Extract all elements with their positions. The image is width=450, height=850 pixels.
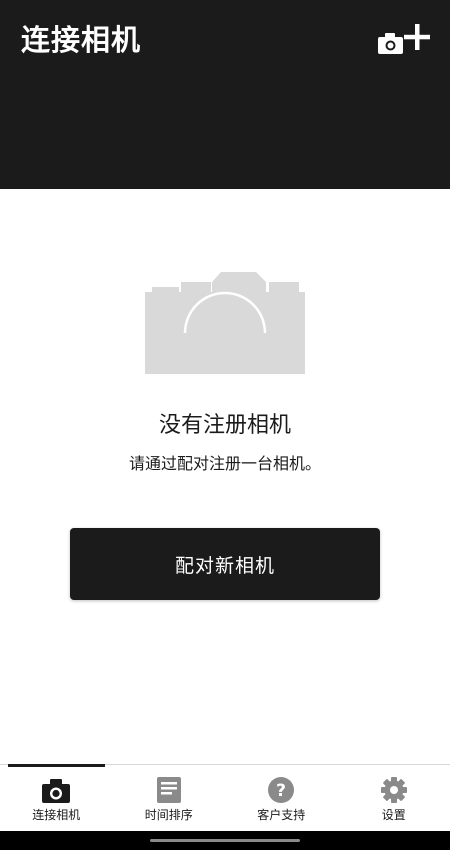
list-icon [156,777,181,803]
nav-item-connect-camera[interactable]: 连接相机 [0,764,113,832]
camera-placeholder-icon [145,272,305,374]
active-tab-indicator [8,764,105,767]
nav-item-timeline[interactable]: 时间排序 [113,765,226,832]
add-camera-button[interactable] [376,22,432,62]
camera-icon [42,779,71,803]
nav-label: 客户支持 [257,808,306,822]
empty-state-title: 没有注册相机 [158,413,291,438]
app-header: 连接相机 [0,0,450,189]
nav-label: 时间排序 [144,808,193,822]
svg-text:?: ? [276,781,286,801]
bottom-navigation: 连接相机 时间排序 ? 客户支持 设置 [0,764,450,832]
nav-item-settings[interactable]: 设置 [338,765,450,832]
home-indicator[interactable] [150,839,300,842]
help-icon: ? [268,777,295,803]
nav-label: 连接相机 [32,808,81,822]
gear-icon [380,777,407,803]
connect-camera-screen: 连接相机 没有注册相机 请通过配对注册一台相机。 配对新相机 连接相机 时间排序… [0,0,450,850]
nav-label: 设置 [381,808,406,822]
system-navigation-bar [0,831,450,850]
page-title: 连接相机 [21,23,142,57]
pair-new-camera-button[interactable]: 配对新相机 [70,528,380,600]
nav-item-support[interactable]: ? 客户支持 [225,765,338,832]
empty-state-subtitle: 请通过配对注册一台相机。 [128,454,321,473]
camera-add-icon [378,24,430,54]
